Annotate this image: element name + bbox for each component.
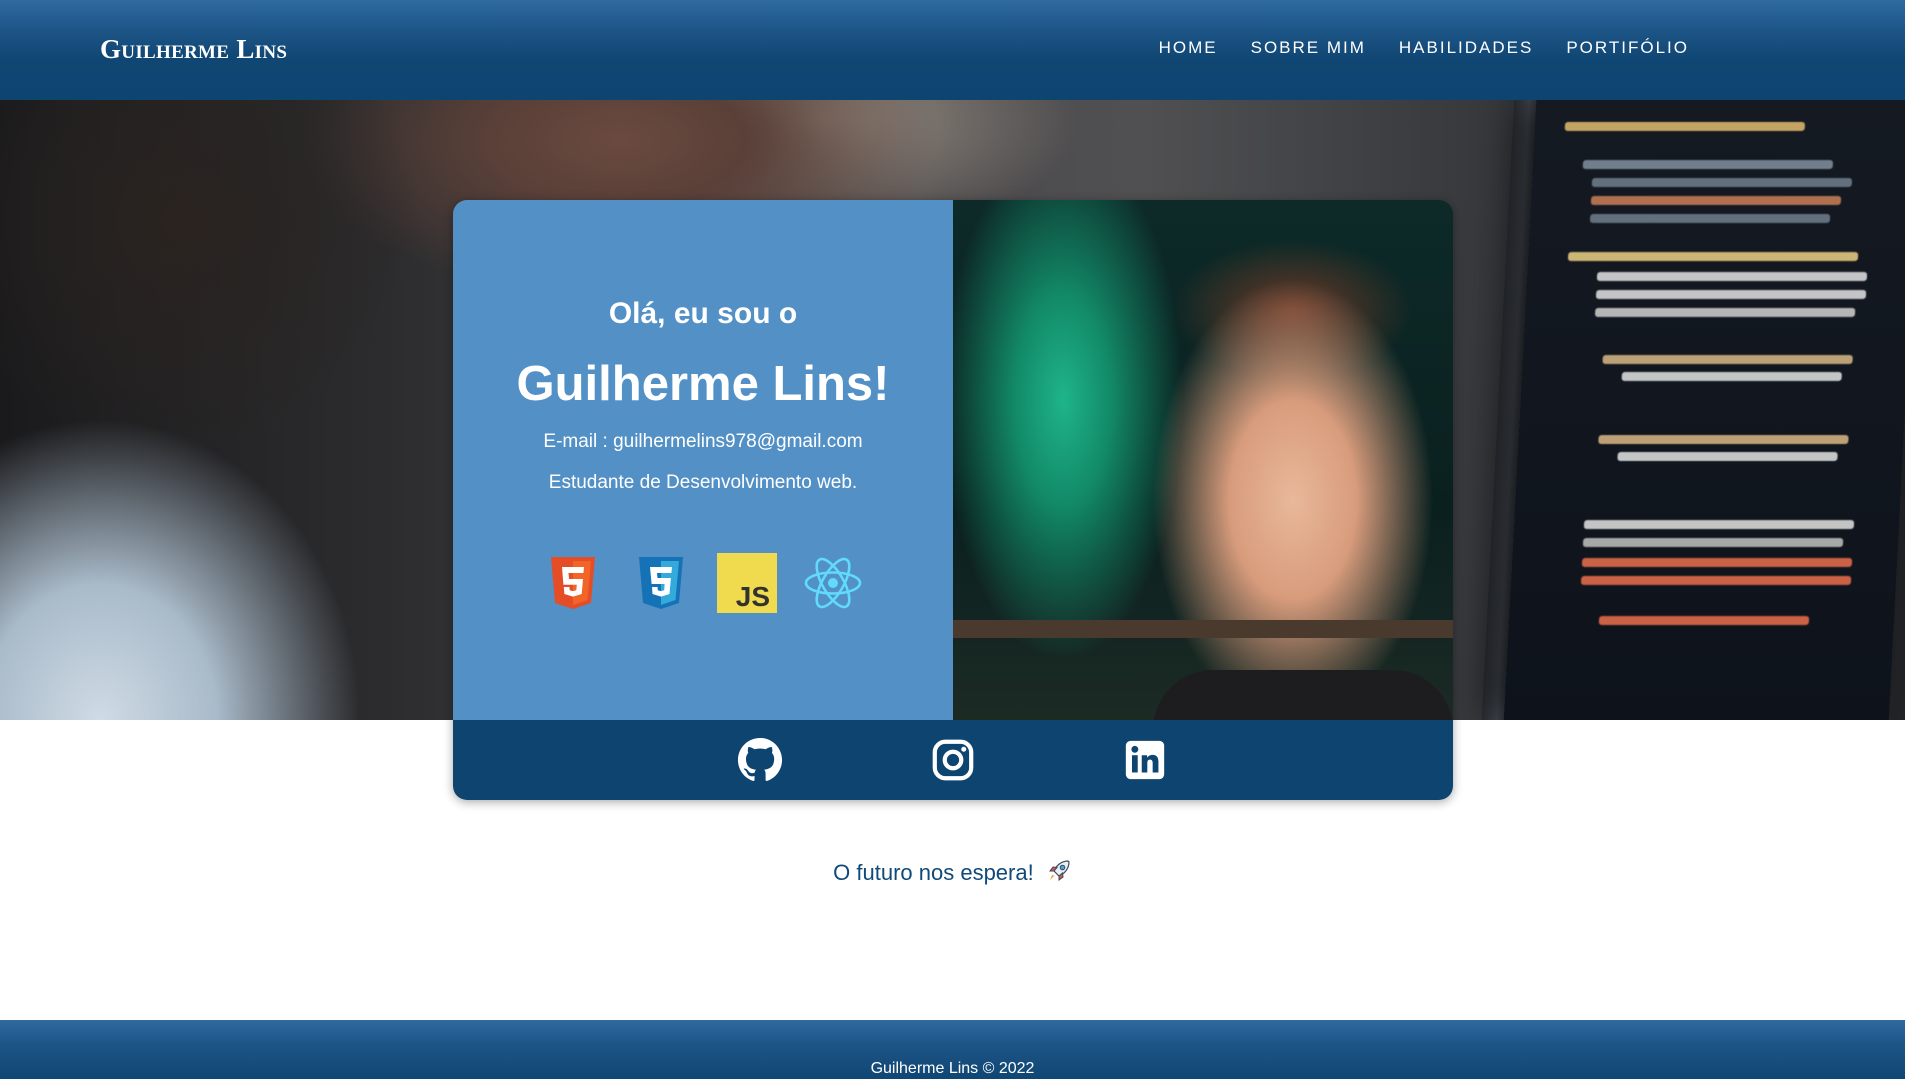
site-header: Guilherme Lins HOME SOBRE MIM HABILIDADE… xyxy=(0,0,1905,100)
javascript-icon: JS xyxy=(717,553,777,613)
social-bar xyxy=(453,720,1453,800)
svg-text:JS: JS xyxy=(736,581,770,612)
react-icon xyxy=(804,557,862,609)
html5-icon xyxy=(551,557,595,609)
profile-card: Olá, eu sou o Guilherme Lins! E-mail : g… xyxy=(453,200,1453,800)
nav-portifolio[interactable]: PORTIFÓLIO xyxy=(1566,38,1689,58)
tech-icons-row: JS xyxy=(453,553,953,613)
tagline: O futuro nos espera! xyxy=(0,858,1905,886)
css3-icon xyxy=(639,557,683,609)
instagram-icon[interactable] xyxy=(930,737,976,783)
github-icon[interactable] xyxy=(737,737,783,783)
main-nav: HOME SOBRE MIM HABILIDADES PORTIFÓLIO xyxy=(1159,38,1689,58)
rocket-icon xyxy=(1048,860,1070,881)
email-text: E-mail : guilhermelins978@gmail.com xyxy=(543,431,863,452)
nav-habilidades[interactable]: HABILIDADES xyxy=(1399,38,1533,58)
profile-photo xyxy=(953,200,1453,720)
code-monitor xyxy=(1503,100,1905,720)
nav-sobre-mim[interactable]: SOBRE MIM xyxy=(1251,38,1366,58)
intro-panel: Olá, eu sou o Guilherme Lins! E-mail : g… xyxy=(453,200,953,720)
nav-home[interactable]: HOME xyxy=(1159,38,1218,58)
copyright-text: Guilherme Lins © 2022 xyxy=(870,1060,1035,1077)
site-footer: Guilherme Lins © 2022 xyxy=(0,1020,1905,1079)
brand-logo[interactable]: Guilherme Lins xyxy=(100,34,287,65)
linkedin-icon[interactable] xyxy=(1122,737,1168,783)
role-text: Estudante de Desenvolvimento web. xyxy=(548,472,858,493)
profile-name: Guilherme Lins! xyxy=(516,357,890,411)
tagline-text: O futuro nos espera! xyxy=(833,860,1034,885)
greeting-text: Olá, eu sou o xyxy=(608,297,798,330)
